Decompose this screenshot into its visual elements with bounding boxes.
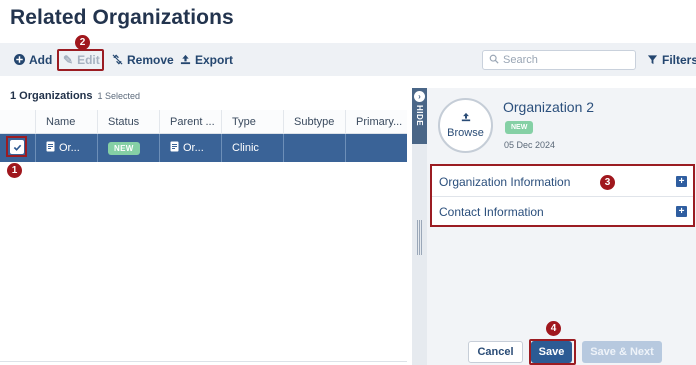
arrow-right-icon: ›: [414, 91, 425, 102]
export-label: Export: [195, 53, 234, 67]
filters-label: Filters: [662, 53, 696, 67]
cancel-button[interactable]: Cancel: [468, 341, 523, 363]
cell-status: NEW: [97, 134, 159, 162]
search-icon: [489, 54, 499, 67]
organization-count: 1 Organizations: [10, 90, 93, 102]
document-icon: [46, 141, 55, 155]
cell-type: Clinic: [221, 134, 283, 162]
upload-icon: [461, 112, 471, 125]
cell-parent-text: Or...: [183, 142, 204, 154]
toolbar: Add ✎ Edit Remove Export Search Filters: [0, 43, 696, 76]
header-name[interactable]: Name: [35, 110, 97, 134]
section-label: Contact Information: [439, 204, 544, 219]
section-label: Organization Information: [439, 174, 571, 189]
grid-header: Name Status Parent ... Type Subtype Prim…: [0, 110, 407, 134]
search-box[interactable]: [482, 50, 636, 70]
header-parent[interactable]: Parent ...: [159, 110, 221, 134]
cell-subtype: [283, 134, 345, 162]
header-status[interactable]: Status: [97, 110, 159, 134]
callout-3: 3: [600, 175, 615, 190]
edit-highlight: [57, 49, 104, 71]
organization-date: 05 Dec 2024: [504, 140, 556, 150]
document-icon: [170, 141, 179, 155]
page: Related Organizations Add ✎ Edit Remove …: [0, 0, 696, 365]
header-subtype[interactable]: Subtype: [283, 110, 345, 134]
remove-button[interactable]: Remove: [112, 50, 174, 70]
sections-container: Organization Information + Contact Infor…: [430, 164, 695, 227]
selected-count: 1 Selected: [97, 91, 141, 101]
table-row[interactable]: Or... NEW Or... Clinic: [0, 134, 407, 162]
cell-name[interactable]: Or...: [35, 134, 97, 162]
expand-plus-icon[interactable]: +: [676, 206, 687, 217]
callout-2: 2: [75, 35, 90, 50]
plus-circle-icon: [14, 53, 25, 67]
upload-icon: [180, 54, 191, 67]
detail-panel: Browse Organization 2 NEW 05 Dec 2024 Or…: [427, 88, 696, 365]
header-select: [0, 110, 35, 134]
checkbox-highlight: [6, 136, 27, 157]
page-title: Related Organizations: [10, 6, 234, 29]
grid-panel: 1 Organizations 1 Selected Name Status P…: [0, 76, 407, 365]
cell-parent[interactable]: Or...: [159, 134, 221, 162]
save-next-button[interactable]: Save & Next: [582, 341, 662, 363]
grid-count: 1 Organizations 1 Selected: [10, 90, 140, 102]
section-organization-information[interactable]: Organization Information +: [432, 167, 693, 196]
save-highlight: [529, 339, 576, 365]
header-type[interactable]: Type: [221, 110, 283, 134]
filters-button[interactable]: Filters: [647, 50, 696, 70]
browse-button[interactable]: Browse: [438, 98, 493, 153]
hide-panel-tab[interactable]: › HIDE: [412, 88, 427, 365]
divider: [0, 361, 407, 362]
status-badge: NEW: [108, 141, 140, 155]
browse-label: Browse: [447, 127, 484, 139]
unlink-icon: [112, 53, 123, 67]
expand-plus-icon[interactable]: +: [676, 176, 687, 187]
search-input[interactable]: [503, 54, 623, 66]
organization-status-badge: NEW: [505, 121, 534, 134]
resize-handle[interactable]: [417, 220, 422, 255]
remove-label: Remove: [127, 53, 174, 67]
add-label: Add: [29, 53, 53, 67]
header-primary[interactable]: Primary...: [345, 110, 407, 134]
cell-primary: [345, 134, 407, 162]
cell-name-text: Or...: [59, 142, 80, 154]
hide-label: HIDE: [415, 105, 424, 127]
organization-name: Organization 2: [503, 99, 595, 115]
add-button[interactable]: Add: [14, 50, 52, 70]
export-button[interactable]: Export: [180, 50, 233, 70]
hide-button[interactable]: › HIDE: [412, 88, 427, 144]
filter-icon: [647, 54, 658, 67]
callout-1: 1: [7, 163, 22, 178]
section-contact-information[interactable]: Contact Information +: [432, 197, 693, 226]
callout-4: 4: [546, 321, 561, 336]
